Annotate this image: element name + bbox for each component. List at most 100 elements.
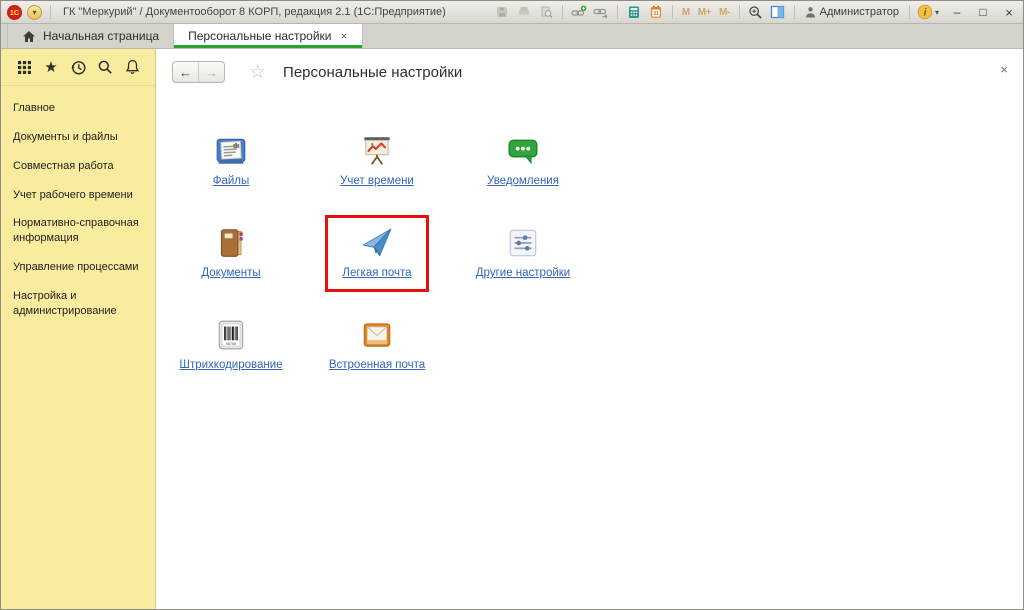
svg-text:i: i (924, 8, 927, 19)
tile-label[interactable]: Учет времени (340, 175, 414, 187)
memory-m-plus-button[interactable]: M+ (696, 3, 713, 21)
search-icon (97, 59, 113, 75)
main-menu-button[interactable]: ▾ (27, 5, 42, 20)
print-icon (517, 5, 531, 19)
minimize-button[interactable]: – (949, 4, 965, 20)
info-button[interactable]: i ▾ (917, 4, 939, 20)
notification-bubble-icon (506, 134, 540, 168)
titlebar-toolbar: 31 M M+ M- Администратор i ▾ – □ × (493, 3, 1017, 21)
print-button[interactable] (515, 3, 533, 21)
1c-logo-icon: 1С (7, 5, 22, 20)
window-body: ★ Главное Документы и файлы Совместная р… (1, 49, 1023, 609)
separator (50, 5, 51, 19)
calendar-button[interactable]: 31 (647, 3, 665, 21)
sections-menu: Главное Документы и файлы Совместная раб… (1, 86, 155, 326)
memory-m-minus-button[interactable]: M- (717, 3, 732, 21)
tile-time-tracking[interactable]: Учет времени (304, 123, 450, 215)
star-icon: ★ (44, 60, 57, 75)
person-icon (805, 6, 816, 18)
tab-label: Персональные настройки (188, 29, 331, 43)
notifications-button[interactable] (122, 57, 142, 77)
calculator-icon (627, 5, 641, 19)
window-close-button[interactable]: × (1001, 4, 1017, 20)
sidebar-item-main[interactable]: Главное (1, 94, 155, 123)
memory-m-button[interactable]: M (680, 3, 692, 21)
maximize-button[interactable]: □ (975, 4, 991, 20)
tile-files[interactable]: Файлы (158, 123, 304, 215)
tile-label[interactable]: Другие настройки (476, 267, 570, 279)
tile-label[interactable]: Легкая почта (342, 267, 411, 279)
tile-label[interactable]: Файлы (213, 175, 250, 187)
add-link-icon (571, 5, 587, 19)
print-preview-icon (539, 5, 553, 19)
get-link-button[interactable] (570, 3, 588, 21)
sidebar-item-time-tracking[interactable]: Учет рабочего времени (1, 181, 155, 210)
split-window-icon (770, 5, 785, 19)
tab-label: Начальная страница (43, 29, 159, 43)
magnifier-plus-icon (748, 5, 763, 20)
user-indicator[interactable]: Администратор (802, 6, 902, 18)
separator (794, 5, 795, 19)
favorites-button[interactable]: ★ (41, 57, 61, 77)
back-arrow-icon: ← (179, 65, 192, 80)
tile-label[interactable]: Документы (201, 267, 260, 279)
go-link-icon (593, 5, 609, 19)
sidebar-item-collaboration[interactable]: Совместная работа (1, 152, 155, 181)
back-button[interactable]: ← (173, 62, 198, 82)
envelope-icon (360, 318, 394, 352)
separator (739, 5, 740, 19)
page-close-button[interactable]: × (1000, 62, 1008, 77)
sidebar-item-process-management[interactable]: Управление процессами (1, 253, 155, 282)
print-preview-button[interactable] (537, 3, 555, 21)
calendar-icon: 31 (649, 5, 663, 19)
highlight-box: Легкая почта (325, 215, 428, 292)
zoom-button[interactable] (747, 3, 765, 21)
files-icon (214, 134, 248, 168)
sections-panel: ★ Главное Документы и файлы Совместная р… (1, 49, 156, 609)
settings-grid: Файлы Учет времени Уведомления (158, 123, 1023, 399)
separator (617, 5, 618, 19)
sidebar-toolbar: ★ (1, 49, 155, 86)
tab-home[interactable]: Начальная страница (7, 24, 174, 48)
page-title: Персональные настройки (283, 64, 462, 81)
tile-light-mail[interactable]: Легкая почта (304, 215, 450, 307)
tile-label[interactable]: Уведомления (487, 175, 559, 187)
tile-barcoding[interactable]: 98765 Штрихкодирование (158, 307, 304, 399)
sliders-icon (506, 226, 540, 260)
caret-down-icon: ▾ (935, 8, 939, 17)
tile-label[interactable]: Штрихкодирование (179, 359, 282, 371)
go-to-link-button[interactable] (592, 3, 610, 21)
caret-down-icon: ▾ (32, 8, 36, 17)
tab-bar: Начальная страница Персональные настройк… (1, 24, 1023, 49)
tab-personal-settings[interactable]: Персональные настройки × (174, 24, 362, 48)
main-area: ← → ☆ Персональные настройки × Файлы (156, 49, 1023, 609)
save-icon (495, 5, 509, 19)
save-button[interactable] (493, 3, 511, 21)
svg-text:31: 31 (653, 11, 659, 17)
sidebar-item-documents-files[interactable]: Документы и файлы (1, 123, 155, 152)
tile-notifications[interactable]: Уведомления (450, 123, 596, 215)
sidebar-item-settings-administration[interactable]: Настройка и администрирование (1, 282, 155, 326)
separator (909, 5, 910, 19)
calculator-button[interactable] (625, 3, 643, 21)
split-window-button[interactable] (769, 3, 787, 21)
sidebar-item-reference-info[interactable]: Нормативно-справочная информация (1, 209, 155, 253)
bell-icon (125, 59, 140, 75)
titlebar: 1С ▾ ГК "Меркурий" / Документооборот 8 К… (1, 1, 1023, 24)
tile-other-settings[interactable]: Другие настройки (450, 215, 596, 307)
forward-arrow-icon: → (205, 65, 218, 80)
user-name: Администратор (820, 6, 899, 18)
tile-builtin-mail[interactable]: Встроенная почта (304, 307, 450, 399)
menu-grid-button[interactable] (14, 57, 34, 77)
add-to-favorites-button[interactable]: ☆ (249, 63, 266, 82)
tile-label[interactable]: Встроенная почта (329, 359, 425, 371)
grid-icon (17, 60, 32, 75)
svg-text:98765: 98765 (226, 342, 237, 346)
history-button[interactable] (68, 57, 88, 77)
tab-close-icon[interactable]: × (341, 29, 348, 43)
tile-documents[interactable]: Документы (158, 215, 304, 307)
app-window: 1С ▾ ГК "Меркурий" / Документооборот 8 К… (0, 0, 1024, 610)
barcode-icon: 98765 (214, 318, 248, 352)
forward-button[interactable]: → (198, 62, 224, 82)
search-button[interactable] (95, 57, 115, 77)
